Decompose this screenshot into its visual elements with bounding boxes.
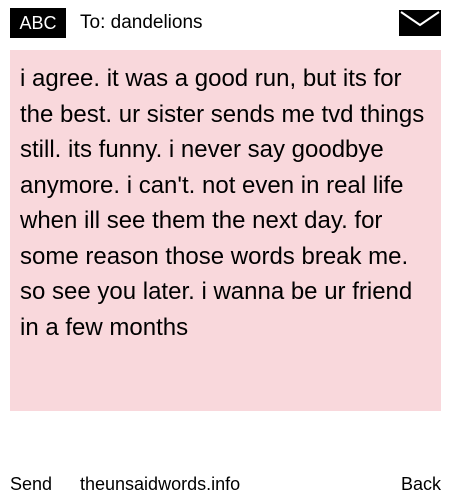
send-button[interactable]: Send — [10, 472, 52, 496]
abc-badge: ABC — [10, 8, 66, 38]
back-button[interactable]: Back — [401, 472, 441, 496]
recipient-label: To: dandelions — [80, 12, 203, 33]
message-text: i agree. it was a good run, but its for … — [20, 65, 425, 341]
message-bubble: i agree. it was a good run, but its for … — [10, 50, 441, 411]
site-link[interactable]: theunsaidwords.info — [80, 472, 240, 496]
envelope-icon — [399, 10, 441, 36]
header-bar: ABC To: dandelions — [0, 0, 450, 44]
